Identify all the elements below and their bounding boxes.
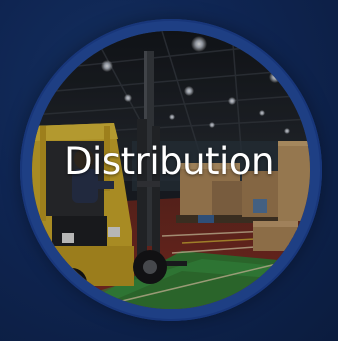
distribution-tile[interactable]: Distribution: [0, 0, 338, 341]
tile-label: Distribution: [64, 140, 274, 183]
